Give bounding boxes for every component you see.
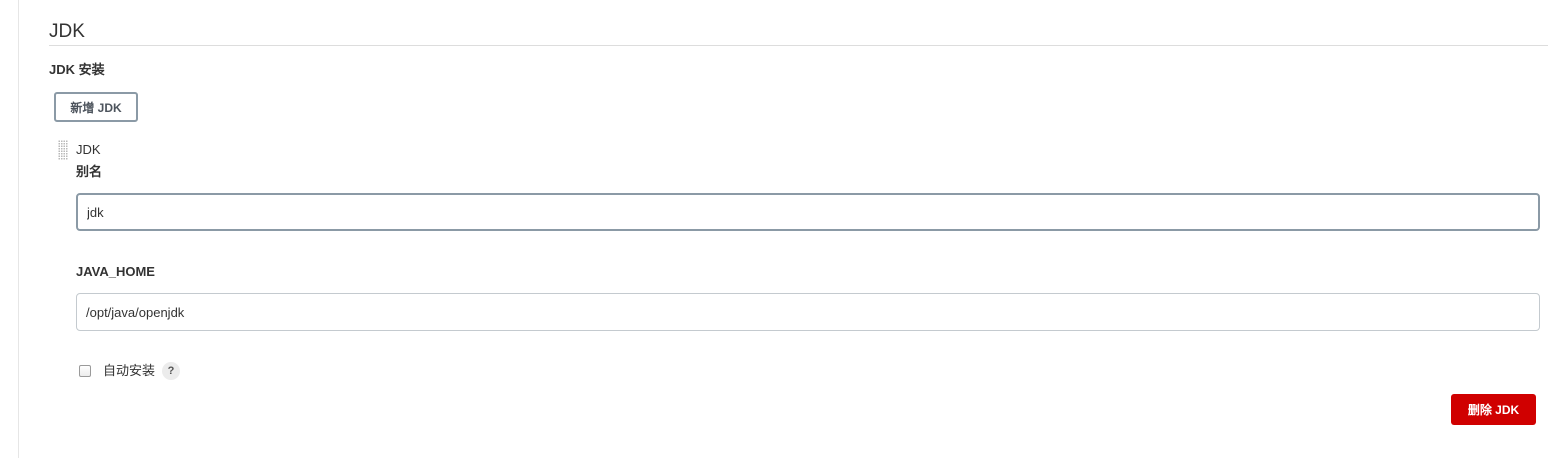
java-home-input[interactable] bbox=[76, 293, 1540, 331]
help-icon[interactable]: ? bbox=[162, 362, 181, 380]
section-title: JDK bbox=[49, 21, 85, 42]
auto-install-checkbox[interactable] bbox=[79, 365, 91, 377]
alias-label: 别名 bbox=[76, 164, 103, 179]
left-divider bbox=[18, 0, 19, 458]
jdk-config-page: JDK JDK 安装 新增 JDK JDK 别名 JAVA_HOME 自动安装 … bbox=[0, 0, 1558, 458]
java-home-label: JAVA_HOME bbox=[76, 264, 155, 279]
add-jdk-button[interactable]: 新增 JDK bbox=[54, 92, 138, 122]
jdk-install-title: JDK 安装 bbox=[49, 62, 105, 77]
alias-input[interactable] bbox=[76, 193, 1540, 231]
drag-handle-icon[interactable] bbox=[58, 140, 68, 160]
auto-install-label[interactable]: 自动安装 bbox=[103, 363, 155, 379]
jdk-item-header: JDK bbox=[76, 142, 101, 157]
section-divider bbox=[49, 45, 1548, 46]
delete-jdk-button[interactable]: 删除 JDK bbox=[1451, 394, 1536, 425]
auto-install-row: 自动安装 ? bbox=[79, 360, 181, 382]
